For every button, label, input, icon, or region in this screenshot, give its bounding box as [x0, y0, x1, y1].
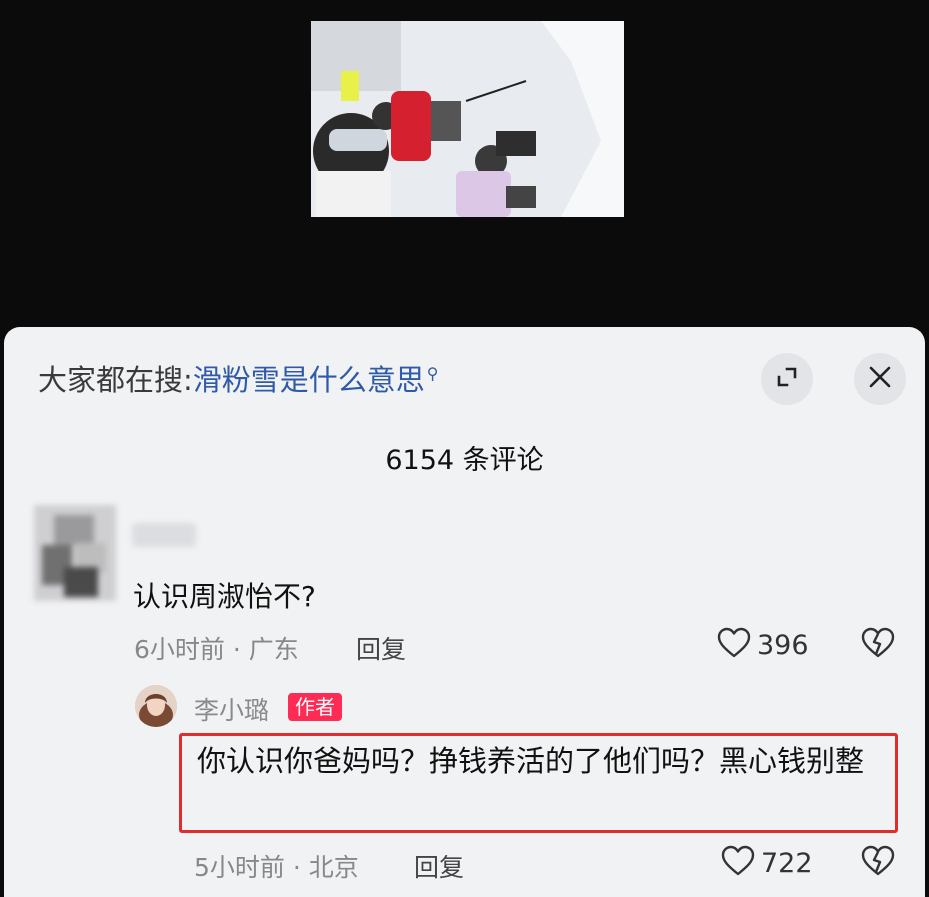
- avatar[interactable]: [34, 505, 116, 601]
- close-icon: [868, 365, 892, 393]
- video-thumbnail[interactable]: [311, 21, 624, 217]
- username-obscured[interactable]: [132, 523, 196, 547]
- reply-reply-button[interactable]: 回复: [414, 848, 464, 884]
- search-icon[interactable]: ⚲: [427, 364, 439, 383]
- search-suggestion-term[interactable]: 滑粉雪是什么意思: [193, 363, 425, 397]
- highlight-box: 你认识你爸妈吗？挣钱养活的了他们吗？黑心钱别整: [179, 733, 898, 833]
- search-suggestion-prefix: 大家都在搜:: [38, 363, 193, 397]
- heart-icon: [717, 627, 751, 663]
- reply-button[interactable]: 回复: [356, 630, 406, 666]
- expand-icon: [774, 364, 800, 394]
- like-button[interactable]: 396: [717, 627, 809, 663]
- author-badge: 作者: [288, 693, 342, 721]
- video-player[interactable]: [0, 0, 929, 330]
- comment-meta: 6小时前 · 广东: [134, 635, 299, 664]
- close-button[interactable]: [854, 353, 906, 405]
- reply-avatar[interactable]: [135, 685, 177, 727]
- expand-button[interactable]: [761, 353, 813, 405]
- search-suggestion[interactable]: 大家都在搜:滑粉雪是什么意思 ⚲: [38, 357, 439, 399]
- reply-text: 你认识你爸妈吗？挣钱养活的了他们吗？黑心钱别整: [197, 744, 865, 778]
- reply-meta: 5小时前 · 北京: [194, 853, 359, 882]
- reply-like-button[interactable]: 722: [721, 845, 813, 881]
- broken-heart-icon: [861, 845, 895, 881]
- reply-dislike-button[interactable]: [861, 845, 895, 881]
- dislike-button[interactable]: [861, 627, 895, 663]
- reply-username[interactable]: 李小璐: [194, 691, 269, 727]
- comment-text: 认识周淑怡不?: [133, 580, 316, 613]
- like-count: 396: [757, 629, 809, 661]
- broken-heart-icon: [861, 627, 895, 663]
- comment-count: 6154 条评论: [385, 445, 544, 476]
- comments-sheet: 大家都在搜:滑粉雪是什么意思 ⚲ 6154 条评论 认识周淑怡不? 6小时前 · …: [4, 327, 925, 897]
- reply-like-count: 722: [761, 847, 813, 879]
- heart-icon: [721, 845, 755, 881]
